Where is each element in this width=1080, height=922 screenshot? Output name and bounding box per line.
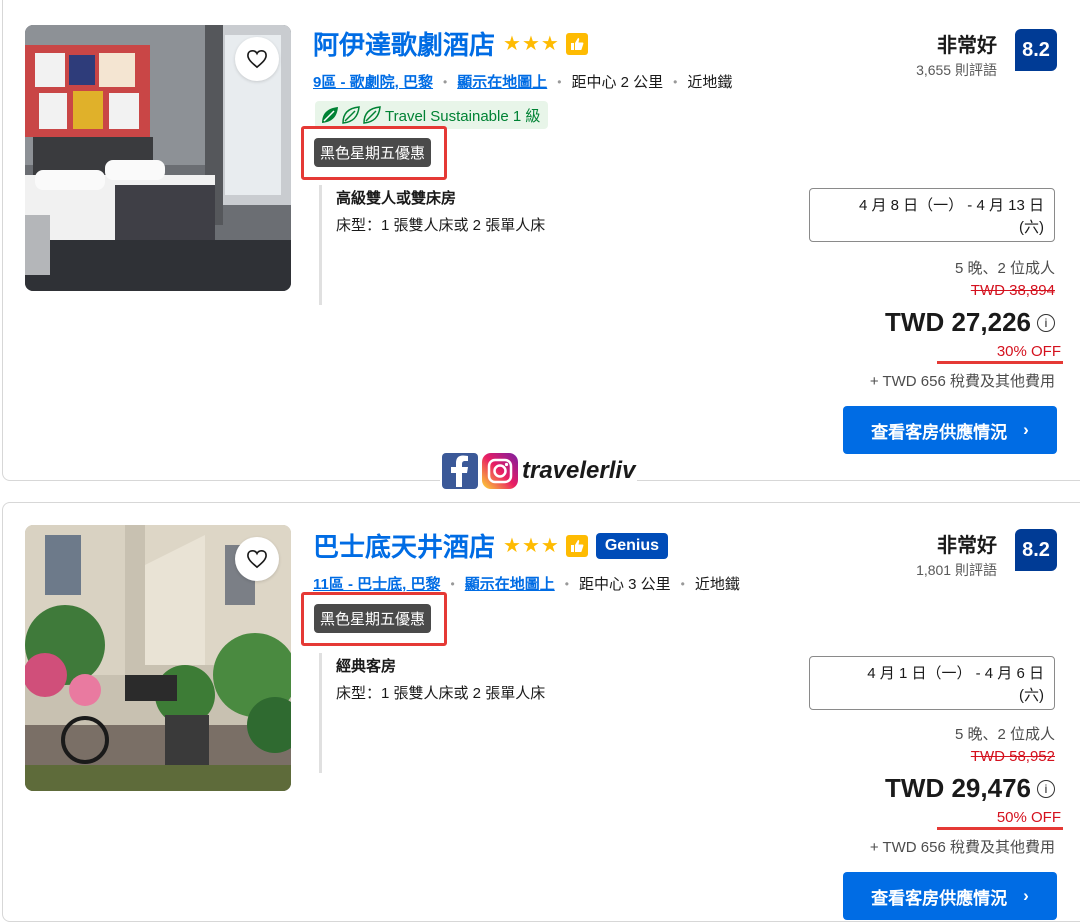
hotel-name[interactable]: 巴士底天井酒店 ★★★ Genius <box>313 527 669 564</box>
review-score-badge[interactable]: 8.2 <box>1015 29 1057 71</box>
separator-dot: • <box>450 576 455 591</box>
tax-fees: + TWD 656 稅費及其他費用 <box>869 373 1055 390</box>
dates-line: 4 月 8 日（一） - 4 月 13 日 <box>858 197 1044 214</box>
thumbs-up-icon <box>565 32 588 55</box>
button-label: 查看客房供應情況 <box>871 422 1008 442</box>
original-price: TWD 38,894 <box>970 282 1055 299</box>
location-line: 11區 - 巴士底, 巴黎 • 顯示在地圖上 • 距中心 3 公里 • 近地鐵 <box>313 573 740 594</box>
location-line: 9區 - 歌劇院, 巴黎 • 顯示在地圖上 • 距中心 2 公里 • 近地鐵 <box>313 71 732 92</box>
distance-text: 距中心 2 公里 <box>571 74 664 91</box>
heart-icon <box>247 549 267 569</box>
star-rating: ★★★ <box>503 33 560 55</box>
hotel-card[interactable]: 巴士底天井酒店 ★★★ Genius 11區 - 巴士底, 巴黎 • 顯示在地圖… <box>2 502 1080 922</box>
original-price: TWD 58,952 <box>970 748 1055 765</box>
rating-block[interactable]: 非常好 3,655 則評語 <box>916 29 997 80</box>
hotel-name[interactable]: 阿伊達歌劇酒店 ★★★ <box>313 25 588 62</box>
tax-fees: + TWD 656 稅費及其他費用 <box>869 839 1055 856</box>
info-icon[interactable]: i <box>1037 313 1055 332</box>
review-count: 1,801 則評語 <box>916 562 997 578</box>
social-watermark: travelerliv <box>440 452 638 490</box>
nights-guests: 5 晚、2 位成人 <box>954 260 1055 277</box>
show-on-map-link[interactable]: 顯示在地圖上 <box>465 573 555 594</box>
review-score-badge[interactable]: 8.2 <box>1015 529 1057 571</box>
watermark-handle: travelerliv <box>522 457 636 484</box>
price-text: TWD 27,226 <box>885 307 1031 337</box>
district-link[interactable]: 9區 - 歌劇院, 巴黎 <box>313 71 433 92</box>
discount-label: 30% OFF <box>936 343 1063 364</box>
dates-weekday: (六) <box>1019 687 1044 704</box>
room-title: 經典客房 <box>336 658 397 675</box>
sustainable-text: Travel Sustainable 1 級 <box>385 107 541 125</box>
rating-block[interactable]: 非常好 1,801 則評語 <box>916 529 997 580</box>
separator-dot: • <box>557 74 562 89</box>
dates-weekday: (六) <box>1019 219 1044 236</box>
hotel-name-text[interactable]: 阿伊達歌劇酒店 <box>313 25 495 62</box>
deal-highlight-box: 黑色星期五優惠 <box>301 592 447 646</box>
current-price: TWD 27,226 i <box>885 307 1055 338</box>
chevron-right-icon: › <box>1023 420 1029 439</box>
rating-word: 非常好 <box>937 535 997 557</box>
hotel-card[interactable]: 阿伊達歌劇酒店 ★★★ 9區 - 歌劇院, 巴黎 • 顯示在地圖上 • 距中心 … <box>2 0 1080 481</box>
stay-dates: 4 月 8 日（一） - 4 月 13 日 (六) <box>809 188 1055 242</box>
hotel-photo[interactable] <box>25 25 291 291</box>
sustainable-badge[interactable]: Travel Sustainable 1 級 <box>315 101 549 129</box>
separator-dot: • <box>673 74 678 89</box>
price-text: TWD 29,476 <box>885 773 1031 803</box>
favorite-button[interactable] <box>235 537 279 581</box>
nights-guests: 5 晚、2 位成人 <box>954 726 1055 743</box>
chevron-right-icon: › <box>1023 886 1029 905</box>
current-price: TWD 29,476 i <box>885 773 1055 804</box>
see-availability-button[interactable]: 查看客房供應情況 › <box>843 406 1057 454</box>
dates-line: 4 月 1 日（一） - 4 月 6 日 <box>867 665 1044 682</box>
district-link[interactable]: 11區 - 巴士底, 巴黎 <box>313 573 441 594</box>
metro-text: 近地鐵 <box>687 74 733 91</box>
black-friday-deal-badge: 黑色星期五優惠 <box>314 138 432 167</box>
separator-dot: • <box>443 74 448 89</box>
leaf-icon <box>322 106 381 124</box>
button-label: 查看客房供應情況 <box>871 888 1008 908</box>
bed-type: 床型：1 張雙人床或 2 張單人床 <box>336 685 546 702</box>
stay-dates: 4 月 1 日（一） - 4 月 6 日 (六) <box>809 656 1055 710</box>
distance-text: 距中心 3 公里 <box>578 576 671 593</box>
heart-icon <box>247 49 267 69</box>
deal-highlight-box: 黑色星期五優惠 <box>301 126 447 180</box>
black-friday-deal-badge: 黑色星期五優惠 <box>314 604 432 633</box>
hotel-name-text[interactable]: 巴士底天井酒店 <box>313 527 495 564</box>
hotel-photo[interactable] <box>25 525 291 791</box>
room-title: 高級雙人或雙床房 <box>336 190 457 207</box>
genius-badge: Genius <box>595 532 669 559</box>
show-on-map-link[interactable]: 顯示在地圖上 <box>457 71 547 92</box>
metro-text: 近地鐵 <box>694 576 740 593</box>
rating-word: 非常好 <box>937 35 997 57</box>
see-availability-button[interactable]: 查看客房供應情況 › <box>843 872 1057 920</box>
instagram-icon <box>482 453 518 489</box>
facebook-icon <box>442 453 478 489</box>
room-info: 經典客房 床型：1 張雙人床或 2 張單人床 <box>319 653 545 773</box>
star-rating: ★★★ <box>503 535 560 557</box>
separator-dot: • <box>680 576 685 591</box>
thumbs-up-icon <box>565 534 588 557</box>
separator-dot: • <box>564 576 569 591</box>
bed-type: 床型：1 張雙人床或 2 張單人床 <box>336 217 546 234</box>
info-icon[interactable]: i <box>1037 779 1055 798</box>
favorite-button[interactable] <box>235 37 279 81</box>
review-count: 3,655 則評語 <box>916 62 997 78</box>
discount-label: 50% OFF <box>936 809 1063 830</box>
room-info: 高級雙人或雙床房 床型：1 張雙人床或 2 張單人床 <box>319 185 545 305</box>
